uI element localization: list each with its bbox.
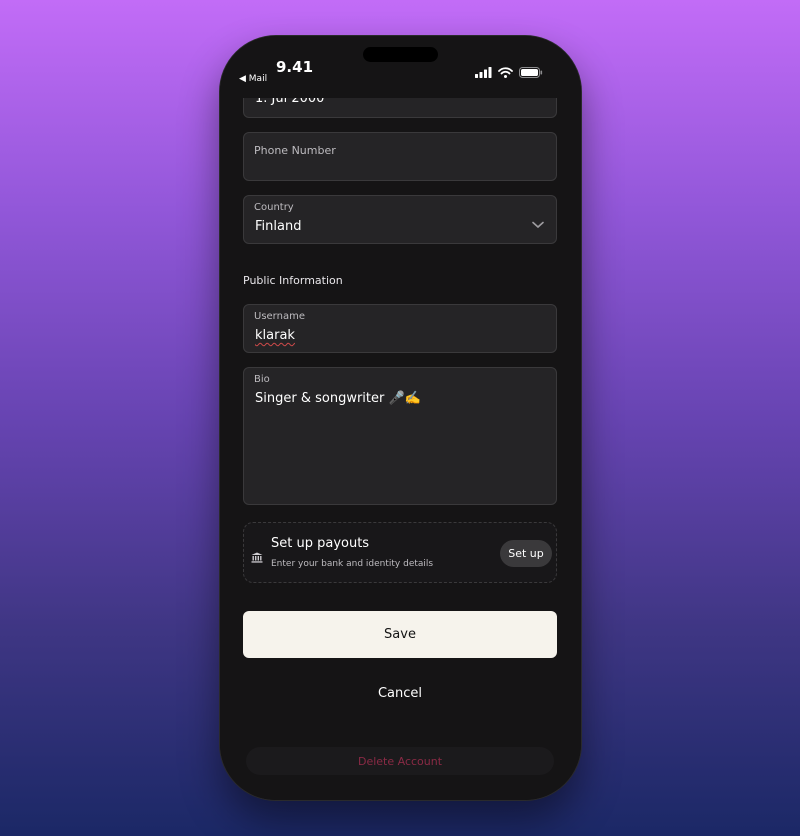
country-select[interactable]: Country Finland (243, 195, 557, 244)
battery-icon (519, 67, 543, 78)
delete-account-button[interactable]: Delete Account (246, 747, 554, 775)
payout-subtitle: Enter your bank and identity details (271, 559, 434, 569)
public-information-heading: Public Information (243, 274, 343, 287)
username-label: Username (254, 311, 305, 322)
status-time: 9.41 (276, 58, 314, 76)
bio-textarea[interactable]: Bio Singer & songwriter 🎤✍️ (243, 367, 557, 505)
bio-label: Bio (254, 374, 270, 385)
phone-number-field[interactable]: Phone Number (243, 132, 557, 181)
wifi-icon (498, 67, 513, 78)
payout-setup-card: Set up payouts Enter your bank and ident… (243, 522, 557, 583)
back-to-mail-link[interactable]: ◀ Mail (239, 74, 267, 84)
phone-frame: 1. Jul 2000 Phone Number Country Finland… (220, 36, 581, 800)
save-button[interactable]: Save (243, 611, 557, 658)
country-label: Country (254, 202, 294, 213)
country-value: Finland (255, 219, 302, 234)
username-value: klarak (255, 328, 295, 343)
cellular-signal-icon (475, 67, 492, 78)
username-field[interactable]: Username klarak (243, 304, 557, 353)
cancel-button[interactable]: Cancel (243, 686, 557, 706)
dynamic-island (363, 47, 438, 62)
setup-payout-button[interactable]: Set up (500, 540, 552, 567)
bio-value: Singer & songwriter 🎤✍️ (255, 391, 421, 406)
app-screen: 1. Jul 2000 Phone Number Country Finland… (220, 36, 581, 800)
phone-number-label: Phone Number (254, 144, 336, 157)
bank-icon (251, 548, 263, 567)
chevron-down-icon (532, 214, 544, 233)
payout-title: Set up payouts (271, 536, 370, 551)
status-icons (475, 67, 543, 78)
